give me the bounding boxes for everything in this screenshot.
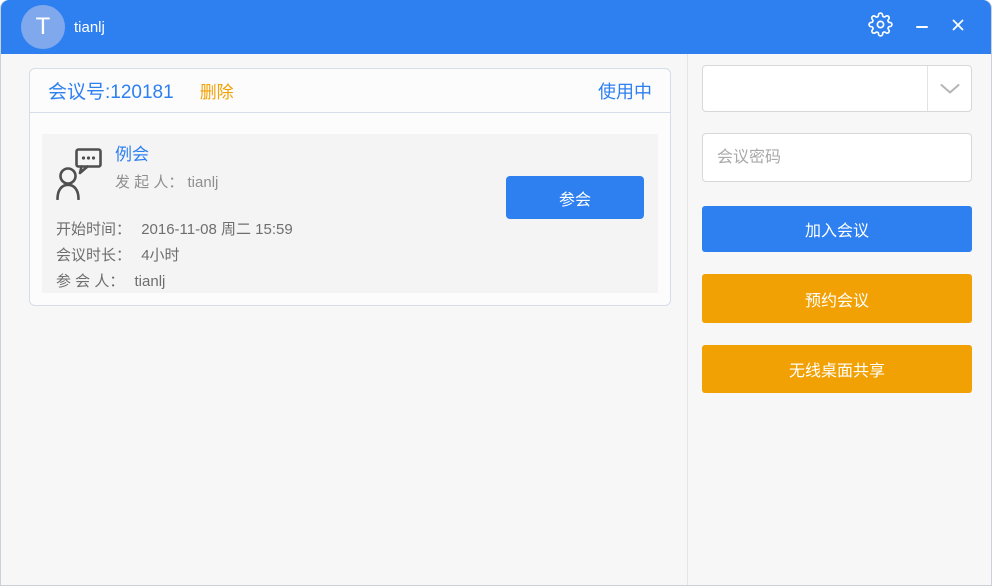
meeting-password-input[interactable] bbox=[702, 133, 972, 182]
person-chat-icon bbox=[56, 148, 102, 205]
schedule-meeting-button[interactable]: 预约会议 bbox=[702, 274, 972, 323]
organizer-line: 发 起 人： tianlj bbox=[115, 171, 218, 192]
meeting-number-label: 会议号:120181 bbox=[48, 77, 174, 104]
meeting-card-body: 例会 发 起 人： tianlj 开始时间： 2016-11-08 周二 15:… bbox=[30, 113, 670, 305]
meeting-card-header: 会议号:120181 删除 使用中 bbox=[30, 69, 670, 113]
wireless-desktop-share-button[interactable]: 无线桌面共享 bbox=[702, 345, 972, 393]
duration-value: 4小时 bbox=[141, 247, 179, 264]
chevron-down-icon[interactable] bbox=[927, 66, 971, 111]
meeting-list-item: 例会 发 起 人： tianlj 开始时间： 2016-11-08 周二 15:… bbox=[42, 134, 658, 293]
sidebar: 加入会议 预约会议 无线桌面共享 bbox=[687, 54, 991, 585]
participants-row: 参 会 人： tianlj bbox=[56, 269, 644, 295]
join-meeting-button[interactable]: 加入会议 bbox=[702, 206, 972, 252]
participants-value: tianlj bbox=[135, 273, 166, 290]
titlebar: T tianlj bbox=[1, 0, 991, 54]
meeting-title: 例会 bbox=[115, 144, 218, 166]
gear-icon bbox=[868, 12, 893, 42]
meeting-card: 会议号:120181 删除 使用中 bbox=[29, 68, 671, 306]
status-badge: 使用中 bbox=[598, 78, 652, 104]
delete-meeting-link[interactable]: 删除 bbox=[200, 78, 234, 103]
meeting-item-heading: 例会 发 起 人： tianlj bbox=[115, 144, 218, 192]
settings-button[interactable] bbox=[863, 10, 897, 44]
participants-label: 参 会 人： bbox=[56, 273, 124, 290]
close-button[interactable] bbox=[945, 10, 971, 44]
organizer-value: tianlj bbox=[188, 174, 219, 191]
attend-meeting-button[interactable]: 参会 bbox=[506, 176, 644, 219]
meeting-list-panel: 会议号:120181 删除 使用中 bbox=[1, 54, 687, 585]
app-window: T tianlj bbox=[0, 0, 992, 586]
start-time-label: 开始时间： bbox=[56, 221, 131, 238]
meeting-id-dropdown[interactable] bbox=[702, 65, 972, 112]
meeting-details: 开始时间： 2016-11-08 周二 15:59 会议时长： 4小时 参 会 … bbox=[56, 217, 644, 295]
duration-row: 会议时长： 4小时 bbox=[56, 243, 644, 269]
main-area: 会议号:120181 删除 使用中 bbox=[1, 54, 991, 585]
close-icon bbox=[952, 18, 964, 36]
duration-label: 会议时长： bbox=[56, 247, 131, 264]
start-time-value: 2016-11-08 周二 15:59 bbox=[141, 221, 293, 238]
start-time-row: 开始时间： 2016-11-08 周二 15:59 bbox=[56, 217, 644, 243]
avatar[interactable]: T bbox=[21, 5, 65, 49]
minimize-button[interactable] bbox=[909, 10, 935, 44]
organizer-label: 发 起 人： bbox=[115, 174, 183, 191]
minimize-icon bbox=[916, 26, 928, 28]
username-label: tianlj bbox=[74, 19, 105, 36]
